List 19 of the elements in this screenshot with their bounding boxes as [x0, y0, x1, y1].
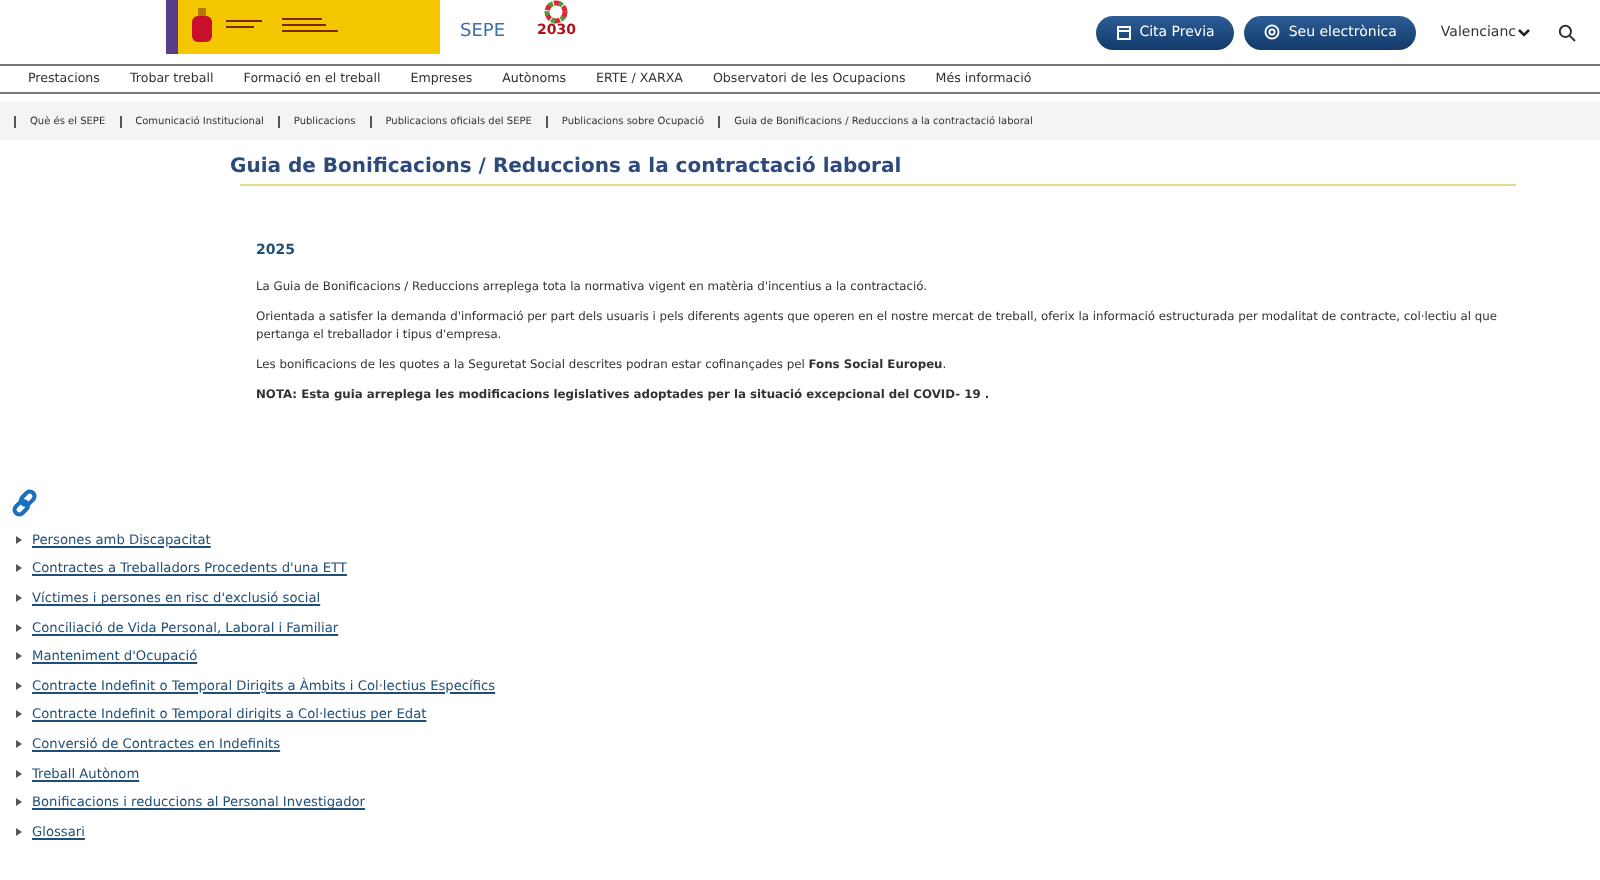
sepe-logo: SEPE — [460, 22, 506, 42]
chain-link-icon — [10, 487, 40, 518]
bullet-icon — [16, 740, 22, 748]
bullet-icon — [16, 681, 22, 690]
bullet-icon — [16, 798, 22, 807]
bullet-icon — [16, 623, 22, 632]
search-icon[interactable] — [1558, 23, 1576, 41]
bullet-icon — [16, 594, 22, 603]
page-title: Guia de Bonificacions / Reduccions a la contractació laboral — [230, 156, 904, 178]
at-icon — [1264, 24, 1281, 40]
bullet-icon — [16, 827, 22, 836]
bullet-icon — [16, 652, 22, 661]
agenda-wheel-icon — [544, 0, 569, 24]
bullet-icon — [16, 564, 22, 573]
bullet-icon — [16, 535, 22, 544]
calendar-icon — [1115, 24, 1132, 40]
bullet-icon — [16, 710, 22, 719]
chevron-icon — [1518, 27, 1530, 37]
bullet-icon — [16, 769, 22, 778]
